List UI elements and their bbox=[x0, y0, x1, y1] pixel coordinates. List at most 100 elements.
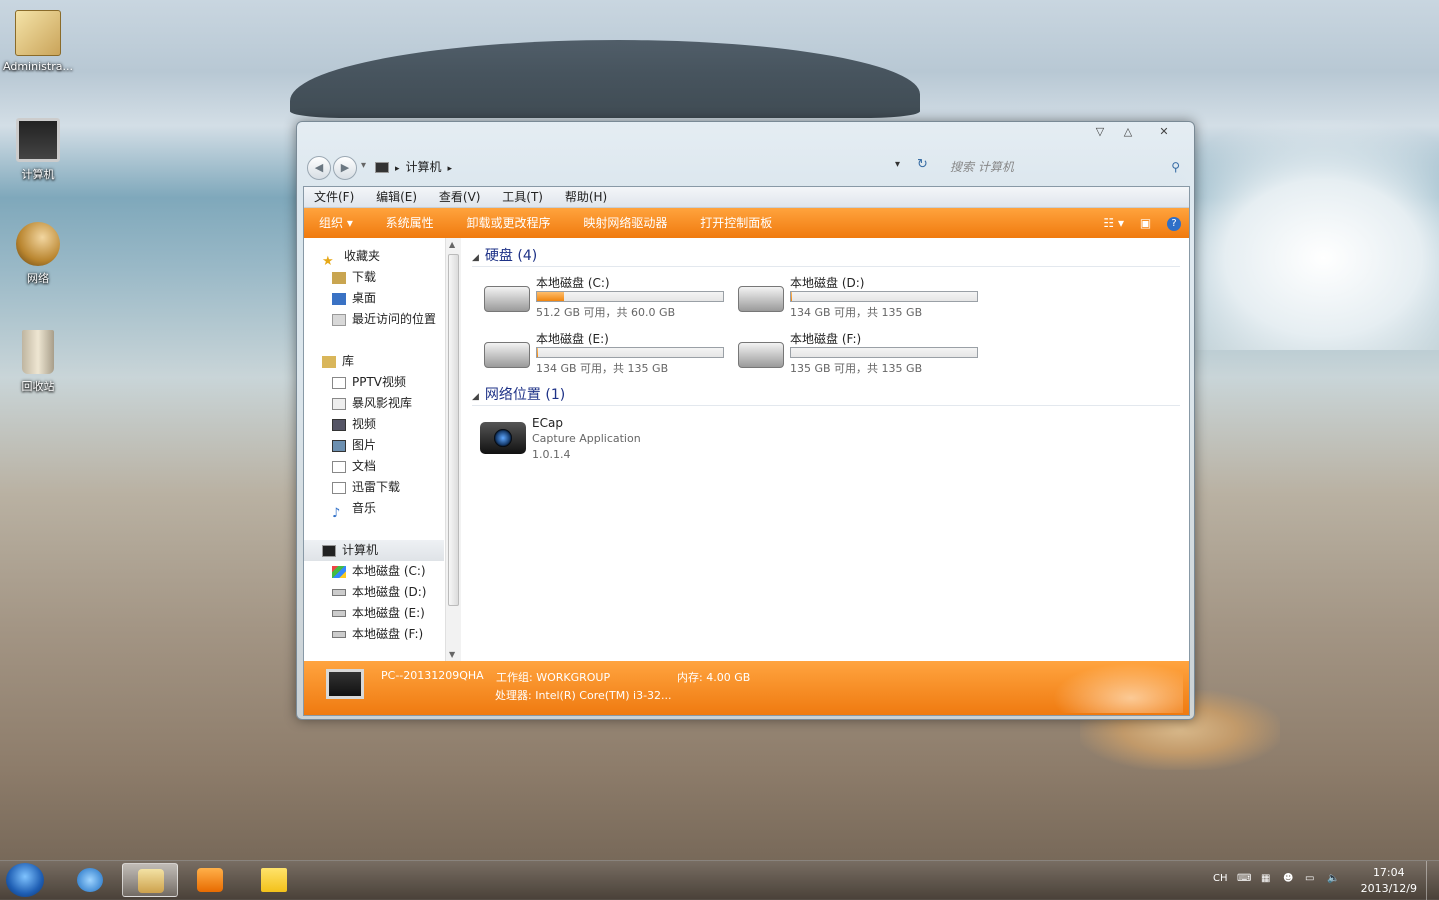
group-title: 网络位置 (1) bbox=[484, 387, 566, 403]
network-icon bbox=[16, 222, 60, 266]
tree-item-recent[interactable]: 最近访问的位置 bbox=[304, 309, 444, 330]
media-player-icon bbox=[197, 868, 223, 892]
clock[interactable]: 17:04 2013/12/9 bbox=[1361, 865, 1417, 897]
open-control-panel-button[interactable]: 打开控制面板 bbox=[685, 208, 786, 238]
tree-item-xunlei[interactable]: 迅雷下载 bbox=[304, 477, 444, 498]
downloads-folder-icon bbox=[332, 271, 346, 284]
library-doc-icon bbox=[332, 376, 346, 389]
tree-item-pictures[interactable]: 图片 bbox=[304, 435, 444, 456]
drive-item[interactable]: 本地磁盘 (F:) 135 GB 可用，共 135 GB bbox=[732, 330, 982, 380]
search-box[interactable]: 搜索 计算机 ⚲ bbox=[950, 158, 1180, 176]
address-bar[interactable]: ▸ 计算机 ▸ bbox=[375, 158, 905, 176]
details-processor: 处理器: Intel(R) Core(TM) i3-32... bbox=[495, 689, 672, 702]
group-header-network[interactable]: ◢ 网络位置 (1) bbox=[472, 385, 1180, 406]
recent-pages-dropdown[interactable]: ▾ bbox=[361, 160, 366, 171]
menu-view[interactable]: 查看(V) bbox=[429, 187, 489, 207]
video-library-icon bbox=[332, 418, 346, 431]
back-button[interactable]: ◀ bbox=[307, 156, 331, 180]
drive-name: 本地磁盘 (D:) bbox=[790, 276, 865, 290]
menu-tools[interactable]: 工具(T) bbox=[492, 187, 551, 207]
desktop-icon-computer[interactable]: 计算机 bbox=[0, 118, 76, 182]
tree-label: 暴风影视库 bbox=[352, 396, 413, 410]
drive-free-space: 135 GB 可用，共 135 GB bbox=[790, 362, 923, 375]
desktop-icon-recycle-bin[interactable]: 回收站 bbox=[0, 330, 76, 394]
navigation-scrollbar[interactable]: ▲ ▼ bbox=[445, 238, 461, 661]
hard-drive-icon bbox=[332, 610, 346, 617]
command-bar: 组织 ▾ 系统属性 卸载或更改程序 映射网络驱动器 打开控制面板 ☷ ▾ ▣ ? bbox=[304, 208, 1189, 238]
tree-libraries[interactable]: 库 bbox=[304, 351, 444, 372]
menu-edit[interactable]: 编辑(E) bbox=[366, 187, 425, 207]
uninstall-program-button[interactable]: 卸载或更改程序 bbox=[452, 208, 565, 238]
keyboard-icon[interactable]: ⌨ bbox=[1237, 873, 1251, 884]
scroll-down-arrow-icon[interactable]: ▼ bbox=[449, 650, 455, 659]
taskbar-media[interactable] bbox=[182, 863, 238, 897]
start-button[interactable] bbox=[6, 863, 44, 897]
menu-file[interactable]: 文件(F) bbox=[304, 187, 362, 207]
computer-icon bbox=[322, 544, 336, 557]
tree-item-drive-f[interactable]: 本地磁盘 (F:) bbox=[304, 624, 444, 645]
camera-icon bbox=[480, 422, 526, 454]
drive-free-space: 51.2 GB 可用，共 60.0 GB bbox=[536, 306, 676, 319]
minimize-button[interactable]: ▽ bbox=[1089, 125, 1111, 139]
scrollbar-thumb[interactable] bbox=[448, 254, 459, 606]
tree-item-desktop[interactable]: 桌面 bbox=[304, 288, 444, 309]
maximize-button[interactable]: △ bbox=[1117, 125, 1139, 139]
tree-label: 计算机 bbox=[342, 543, 379, 557]
desktop-icon-admin[interactable]: Administra... bbox=[0, 10, 76, 73]
tree-item-documents[interactable]: 文档 bbox=[304, 456, 444, 477]
tree-favorites[interactable]: ★ 收藏夹 bbox=[304, 246, 444, 269]
recent-places-icon bbox=[332, 313, 346, 326]
drive-item[interactable]: 本地磁盘 (C:) 51.2 GB 可用，共 60.0 GB bbox=[478, 274, 728, 324]
system-properties-button[interactable]: 系统属性 bbox=[371, 208, 448, 238]
library-media-icon bbox=[332, 397, 346, 410]
address-dropdown[interactable]: ▾ bbox=[895, 159, 900, 170]
collapse-triangle-icon[interactable]: ◢ bbox=[472, 253, 479, 263]
drive-usage-fill bbox=[537, 348, 539, 357]
tree-item-pptv[interactable]: PPTV视频 bbox=[304, 372, 444, 393]
desktop-icon-network[interactable]: 网络 bbox=[0, 222, 76, 286]
drive-usage-fill bbox=[537, 292, 565, 301]
security-tray-icon[interactable]: ☻ bbox=[1283, 873, 1293, 884]
navigation-tree: ★ 收藏夹 下载 桌面 最近访问的位置 库 PPTV视频 暴风影视库 视频 图片 … bbox=[304, 246, 444, 645]
change-view-icon[interactable]: ☷ ▾ bbox=[1103, 208, 1124, 238]
forward-button[interactable]: ▶ bbox=[333, 156, 357, 180]
tree-item-downloads[interactable]: 下载 bbox=[304, 267, 444, 288]
drive-item[interactable]: 本地磁盘 (D:) 134 GB 可用，共 135 GB bbox=[732, 274, 982, 324]
tree-computer[interactable]: 计算机 bbox=[304, 540, 444, 561]
tree-item-baofeng[interactable]: 暴风影视库 bbox=[304, 393, 444, 414]
user-folder-icon bbox=[15, 10, 61, 56]
taskbar-notes[interactable] bbox=[246, 863, 302, 897]
close-button[interactable]: ✕ bbox=[1153, 125, 1175, 139]
tree-item-drive-c[interactable]: 本地磁盘 (C:) bbox=[304, 561, 444, 582]
tree-item-drive-d[interactable]: 本地磁盘 (D:) bbox=[304, 582, 444, 603]
scroll-up-arrow-icon[interactable]: ▲ bbox=[449, 240, 455, 249]
sticky-notes-icon bbox=[261, 868, 287, 892]
collapse-triangle-icon[interactable]: ◢ bbox=[472, 392, 479, 402]
app-tray-icon[interactable]: ▦ bbox=[1261, 873, 1270, 884]
preview-pane-icon[interactable]: ▣ bbox=[1140, 208, 1151, 238]
computer-large-icon bbox=[326, 669, 364, 699]
help-icon[interactable]: ? bbox=[1167, 216, 1181, 231]
show-desktop-button[interactable] bbox=[1426, 861, 1439, 900]
organize-button[interactable]: 组织 ▾ bbox=[304, 208, 367, 238]
volume-icon[interactable]: 🔈 bbox=[1327, 873, 1339, 884]
drive-item[interactable]: 本地磁盘 (E:) 134 GB 可用，共 135 GB bbox=[478, 330, 728, 380]
breadcrumb-arrow-icon: ▸ bbox=[395, 164, 400, 174]
map-network-drive-button[interactable]: 映射网络驱动器 bbox=[568, 208, 681, 238]
tree-item-drive-e[interactable]: 本地磁盘 (E:) bbox=[304, 603, 444, 624]
language-indicator[interactable]: CH bbox=[1213, 873, 1228, 884]
group-header-hard-disks[interactable]: ◢ 硬盘 (4) bbox=[472, 246, 1180, 267]
desktop-icon-label: 回收站 bbox=[21, 380, 55, 393]
search-icon[interactable]: ⚲ bbox=[1171, 158, 1180, 176]
network-tray-icon[interactable]: ▭ bbox=[1305, 873, 1314, 884]
breadcrumb-computer[interactable]: 计算机 bbox=[406, 160, 442, 174]
network-location-item[interactable]: ECap Capture Application 1.0.1.4 bbox=[480, 416, 780, 464]
menu-help[interactable]: 帮助(H) bbox=[555, 187, 615, 207]
taskbar-explorer[interactable] bbox=[122, 863, 178, 897]
recycle-bin-icon bbox=[22, 330, 54, 374]
taskbar-ie[interactable] bbox=[62, 863, 118, 897]
tree-item-music[interactable]: ♪ 音乐 bbox=[304, 498, 444, 521]
refresh-icon[interactable]: ↻ bbox=[917, 157, 928, 172]
tree-item-videos[interactable]: 视频 bbox=[304, 414, 444, 435]
